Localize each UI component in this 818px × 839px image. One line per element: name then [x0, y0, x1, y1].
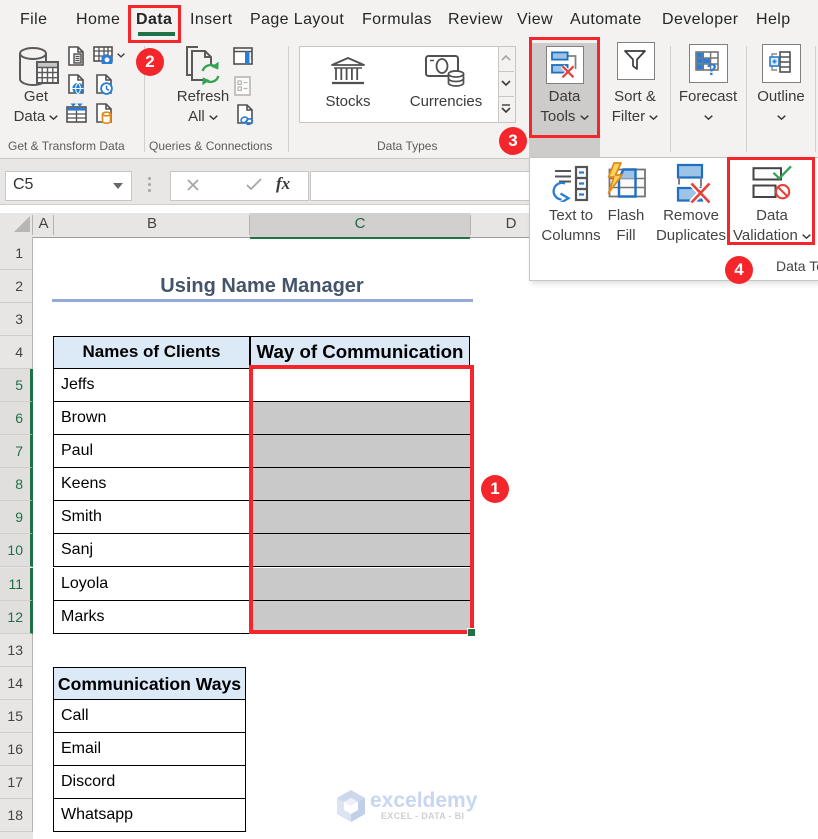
svg-text:?: ? [707, 60, 717, 76]
